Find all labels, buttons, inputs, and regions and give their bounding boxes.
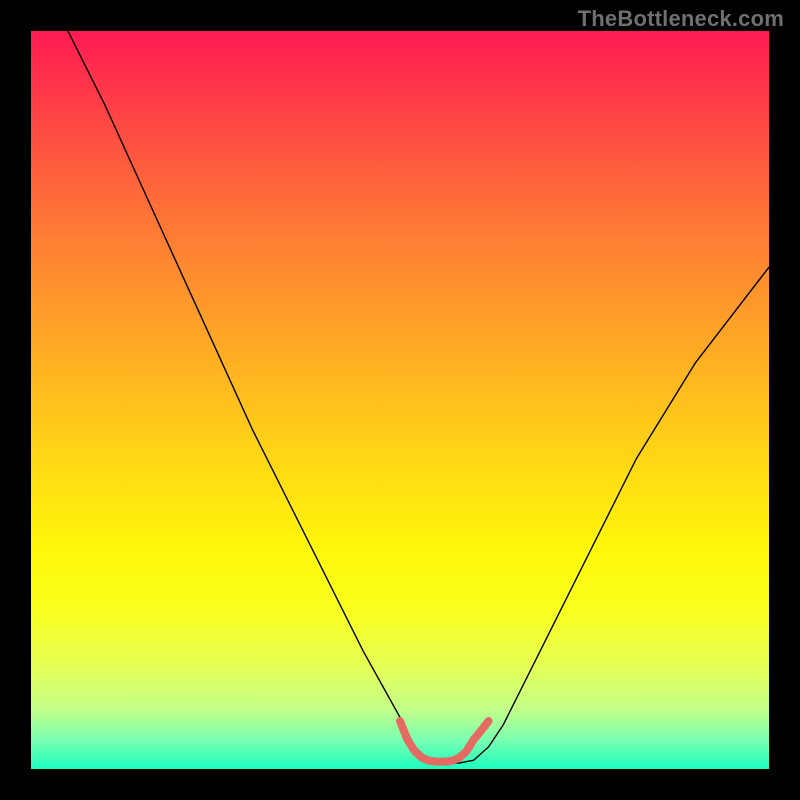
watermark-text: TheBottleneck.com — [578, 6, 784, 32]
chart-frame — [31, 31, 769, 769]
series-red-flat-segment — [400, 721, 489, 762]
chart-svg — [31, 31, 769, 769]
series-black-curve — [68, 31, 769, 763]
